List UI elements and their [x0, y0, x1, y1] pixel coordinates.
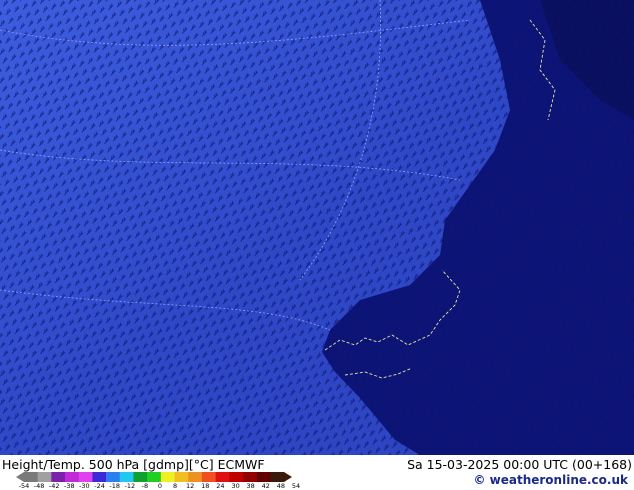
colorbar-tick-label: 30	[231, 482, 240, 490]
colorbar-arrow-high	[284, 472, 292, 482]
colorbar-tick-label: -8	[141, 482, 149, 490]
colorbar-segment	[133, 472, 148, 482]
footer-bar: Height/Temp. 500 hPa [gdmp][°C] ECMWF Sa…	[0, 455, 634, 490]
colorbar-tick-label: 54	[291, 482, 301, 490]
wind-barbs-layer	[0, 0, 634, 455]
weather-map	[0, 0, 634, 455]
colorbar-tick-label: -30	[79, 482, 90, 490]
colorbar-segment	[242, 472, 257, 482]
colorbar-segment	[215, 472, 230, 482]
colorbar-segment	[160, 472, 175, 482]
colorbar-segment	[65, 472, 80, 482]
colorbar-segment	[119, 472, 134, 482]
colorbar-tick-label: -48	[33, 482, 45, 490]
colorbar-tick-label: -12	[124, 482, 136, 490]
colorbar-segment	[270, 472, 285, 482]
colorbar-tick-label: -18	[109, 482, 120, 490]
colorbar-segment	[201, 472, 216, 482]
colorbar-segment	[147, 472, 162, 482]
colorbar-tick-label: 0	[157, 482, 163, 490]
colorbar-tick-label: 18	[201, 482, 210, 490]
colorbar-segment	[229, 472, 244, 482]
colorbar-segment	[188, 472, 203, 482]
colorbar-tick-label: -54	[18, 482, 30, 490]
colorbar-tick-label: 38	[246, 482, 255, 490]
source-credit[interactable]: © weatheronline.co.uk	[473, 473, 628, 487]
colorbar-segment	[256, 472, 271, 482]
colorbar-arrow-low	[16, 472, 24, 482]
colorbar-segment	[51, 472, 66, 482]
colorbar-tick-labels: -54 -48 -42 -38 -30 -24 -18 -12 -8 0 8 12 18 24 30 38 42…	[18, 482, 301, 490]
colorbar-tick-label: 48	[276, 482, 286, 490]
temperature-colorbar	[16, 472, 292, 482]
colorbar-segment	[37, 472, 52, 482]
colorbar-tick-label: -42	[48, 482, 60, 490]
colorbar-tick-label: 42	[261, 482, 270, 490]
colorbar-segment	[24, 472, 38, 482]
forecast-datetime: Sa 15-03-2025 00:00 UTC (00+168)	[407, 457, 632, 472]
colorbar-tick-label: 8	[173, 482, 178, 490]
colorbar-segment	[106, 472, 121, 482]
colorbar-tick-label: 24	[216, 482, 225, 490]
colorbar-tick-label: -24	[94, 482, 105, 490]
colorbar-segment	[78, 472, 93, 482]
colorbar-segment	[92, 472, 107, 482]
colorbar-tick-label: 12	[186, 482, 195, 490]
map-title: Height/Temp. 500 hPa [gdmp][°C] ECMWF	[2, 457, 265, 472]
colorbar-segment	[174, 472, 189, 482]
colorbar-tick-label: -38	[63, 482, 75, 490]
